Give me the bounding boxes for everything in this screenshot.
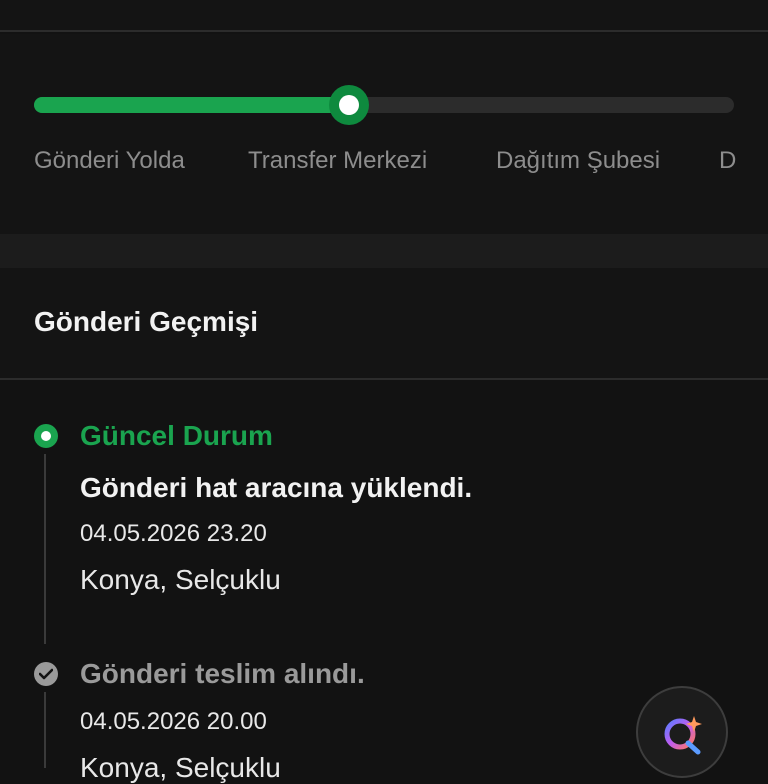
timeline-connector xyxy=(44,454,46,644)
history-title: Gönderi Geçmişi xyxy=(34,306,259,337)
event-description: Gönderi hat aracına yüklendi. xyxy=(80,472,473,503)
progress-fill xyxy=(34,97,349,113)
step-label-delivered-partial: D xyxy=(719,147,737,174)
current-dot-icon xyxy=(34,424,58,448)
progress-marker-dot xyxy=(339,95,359,115)
progress-track xyxy=(34,97,734,113)
ai-assistant-button[interactable] xyxy=(636,686,728,778)
event-datetime: 04.05.2026 20.00 xyxy=(80,708,267,735)
step-label-transfer-center: Transfer Merkezi xyxy=(248,147,428,174)
event-location: Konya, Selçuklu xyxy=(80,564,281,595)
step-label-distribution-branch: Dağıtım Şubesi xyxy=(496,147,661,174)
timeline-connector xyxy=(44,692,46,768)
event-location: Konya, Selçuklu xyxy=(80,752,281,783)
step-label-in-transit: Gönderi Yolda xyxy=(34,147,185,174)
history-header: Gönderi Geçmişi xyxy=(0,268,768,380)
event-datetime: 04.05.2026 23.20 xyxy=(80,520,267,547)
event-status: Güncel Durum xyxy=(80,420,273,451)
progress-current-marker xyxy=(329,85,369,125)
event-status: Gönderi teslim alındı. xyxy=(80,658,365,689)
check-circle-icon xyxy=(34,662,58,686)
top-bar xyxy=(0,0,768,32)
shipment-progress: Gönderi Yolda Transfer Merkezi Dağıtım Ş… xyxy=(0,34,768,234)
section-divider xyxy=(0,234,768,268)
ai-assistant-icon xyxy=(664,716,702,755)
